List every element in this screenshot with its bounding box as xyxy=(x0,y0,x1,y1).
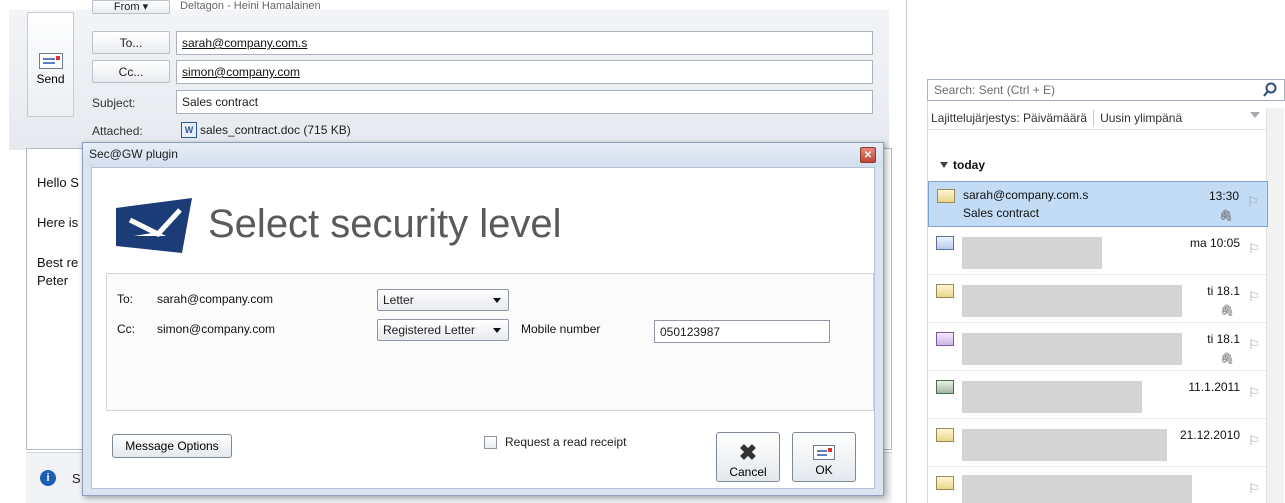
envelope-icon xyxy=(936,428,954,442)
cancel-button[interactable]: ✖ Cancel xyxy=(716,432,780,482)
envelope-icon xyxy=(936,476,954,490)
envelope-icon xyxy=(937,189,955,203)
redacted-block xyxy=(962,285,1182,317)
from-value: Deltagon - Heini Hamalainen xyxy=(180,0,321,12)
list-item[interactable]: ⚐ xyxy=(928,469,1268,503)
message-time: 13:30 xyxy=(1208,189,1239,203)
message-options-button[interactable]: Message Options xyxy=(112,434,232,458)
flag-icon[interactable]: ⚐ xyxy=(1248,385,1262,400)
to-label: To: xyxy=(117,292,134,306)
attachment-name: sales_contract.doc (715 KB) xyxy=(200,123,351,137)
list-item[interactable]: ti 18.1 🖇 ⚐ xyxy=(928,325,1268,371)
message-time: 11.1.2011 xyxy=(1188,380,1240,394)
to-field[interactable]: sarah@company.com.s xyxy=(176,31,873,55)
sort-order[interactable]: Uusin ylimpänä xyxy=(1100,111,1182,125)
dialog-heading: Select security level xyxy=(208,202,562,246)
cc-address: simon@company.com xyxy=(157,322,275,336)
message-subject: Sales contract xyxy=(963,206,1040,220)
send-envelope-icon xyxy=(38,53,63,69)
message-time: 21.12.2010 xyxy=(1179,428,1240,442)
task-icon xyxy=(936,236,954,250)
flag-icon[interactable]: ⚐ xyxy=(1247,194,1261,209)
to-security-select[interactable]: Letter xyxy=(377,289,509,311)
message-time: ti 18.1 xyxy=(1207,332,1240,346)
secgw-logo-icon xyxy=(116,198,192,253)
attachment-item[interactable]: W sales_contract.doc (715 KB) xyxy=(176,119,873,141)
search-icon[interactable] xyxy=(1262,82,1278,98)
redacted-block xyxy=(962,333,1182,365)
from-button[interactable]: From ▾ xyxy=(92,0,170,14)
list-item[interactable]: sarah@company.com.s Sales contract 13:30… xyxy=(928,181,1268,227)
paperclip-icon: 🖇 xyxy=(1220,353,1234,365)
list-item[interactable]: ma 10:05 ⚐ xyxy=(928,229,1268,275)
message-time: ti 18.1 xyxy=(1207,284,1240,298)
info-icon[interactable]: i xyxy=(40,470,56,486)
close-icon: ✖ xyxy=(738,439,758,465)
forward-envelope-icon xyxy=(936,332,954,346)
paperclip-icon: 🖇 xyxy=(1220,305,1234,317)
cc-security-select[interactable]: Registered Letter xyxy=(377,319,509,341)
list-item[interactable]: 11.1.2011 ⚐ xyxy=(928,373,1268,419)
meeting-icon xyxy=(936,380,954,394)
redacted-block xyxy=(962,237,1102,269)
collapse-icon[interactable] xyxy=(940,162,948,168)
scrollbar[interactable] xyxy=(1266,108,1284,503)
group-today: today xyxy=(953,158,986,172)
mobile-number-input[interactable]: 050123987 xyxy=(654,320,830,343)
read-receipt-label: Request a read receipt xyxy=(505,435,627,449)
envelope-icon xyxy=(936,284,954,298)
sort-label[interactable]: Lajittelujärjestys: Päivämäärä xyxy=(931,111,1087,125)
subject-label: Subject: xyxy=(92,96,136,110)
sort-bar[interactable]: Lajittelujärjestys: Päivämäärä Uusin yli… xyxy=(927,106,1267,130)
read-receipt-checkbox[interactable] xyxy=(484,436,497,449)
cc-button[interactable]: Cc... xyxy=(92,60,170,83)
dialog-title: Sec@GW plugin xyxy=(83,143,883,167)
cc-label: Cc: xyxy=(117,322,135,336)
status-text: S xyxy=(72,471,81,486)
to-address: sarah@company.com xyxy=(157,292,274,306)
mobile-label: Mobile number xyxy=(521,322,601,336)
send-button[interactable]: Send xyxy=(27,12,74,117)
attached-label: Attached: xyxy=(92,124,143,138)
flag-icon[interactable]: ⚐ xyxy=(1248,289,1262,304)
redacted-block xyxy=(962,381,1142,413)
message-from: sarah@company.com.s xyxy=(963,188,1089,202)
chevron-down-icon xyxy=(493,297,501,303)
ok-button[interactable]: OK xyxy=(792,432,856,482)
paperclip-icon: 🖇 xyxy=(1219,210,1233,222)
flag-icon[interactable]: ⚐ xyxy=(1248,241,1262,256)
list-item[interactable]: ti 18.1 🖇 ⚐ xyxy=(928,277,1268,323)
list-item[interactable]: 21.12.2010 ⚐ xyxy=(928,421,1268,467)
to-button[interactable]: To... xyxy=(92,31,170,54)
flag-icon[interactable]: ⚐ xyxy=(1248,337,1262,352)
body-line: Peter xyxy=(37,273,69,288)
body-line: Best re xyxy=(37,255,79,270)
redacted-block xyxy=(962,429,1167,461)
close-icon[interactable]: ✕ xyxy=(860,147,876,163)
word-doc-icon: W xyxy=(181,122,197,138)
redacted-block xyxy=(962,475,1192,503)
chevron-down-icon[interactable] xyxy=(1250,112,1260,118)
dialog-content: Select security level To: sarah@company.… xyxy=(91,167,875,489)
flag-icon[interactable]: ⚐ xyxy=(1248,481,1262,496)
security-dialog: Sec@GW plugin ✕ Select security level To… xyxy=(82,142,884,496)
envelope-icon xyxy=(813,445,835,460)
search-input[interactable]: Search: Sent (Ctrl + E) xyxy=(927,79,1285,101)
flag-icon[interactable]: ⚐ xyxy=(1248,433,1262,448)
subject-field[interactable]: Sales contract xyxy=(176,90,873,114)
message-time: ma 10:05 xyxy=(1189,236,1240,250)
body-line: Here is xyxy=(37,215,79,230)
chevron-down-icon xyxy=(493,327,501,333)
cc-field[interactable]: simon@company.com xyxy=(176,60,873,84)
body-line: Hello S xyxy=(37,175,79,190)
